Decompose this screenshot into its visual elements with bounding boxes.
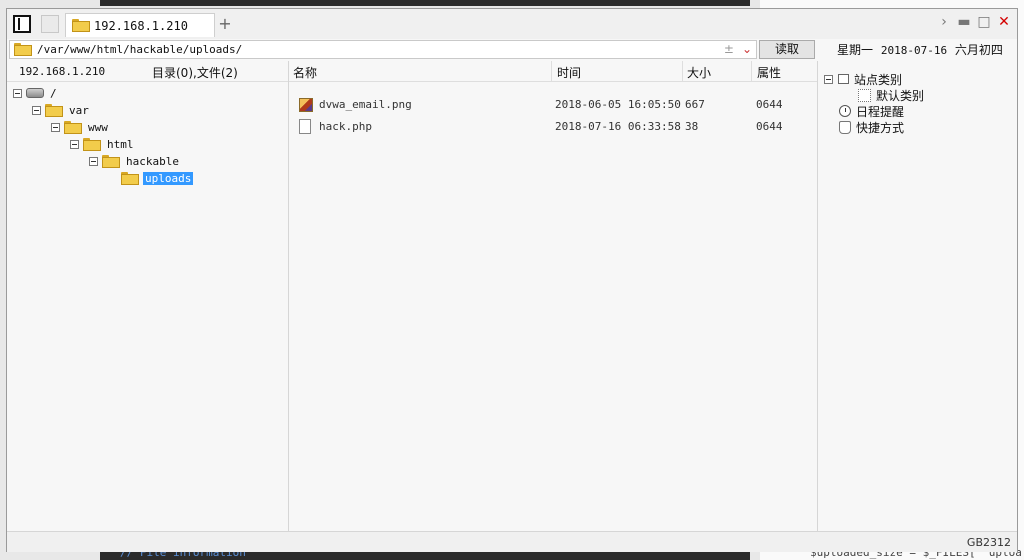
tree-label: hackable (126, 154, 179, 168)
drive-icon (26, 88, 44, 98)
chevron-down-icon[interactable]: ⌄ (742, 42, 752, 56)
file-row[interactable]: hack.php 2018-07-16 06:33:58 38 0644 (289, 117, 817, 137)
file-time: 2018-06-05 16:05:50 (555, 98, 681, 111)
hand-icon (839, 120, 851, 134)
collapse-icon[interactable] (51, 122, 60, 132)
maximize-icon[interactable]: □ (977, 14, 991, 30)
column-time[interactable]: 时间 (557, 64, 581, 81)
shortcuts-node[interactable]: 快捷方式 (839, 119, 904, 135)
file-attr: 0644 (756, 120, 783, 133)
host-label: 192.168.1.210 (19, 65, 106, 78)
tree-label: www (88, 120, 108, 134)
tree-label: 站点类别 (854, 72, 903, 87)
image-file-icon (299, 98, 313, 112)
clock-icon (839, 105, 851, 117)
bookmark-pane: 站点类别 默认类别 日程提醒 快捷方式 (818, 61, 1017, 531)
collapse-icon[interactable] (89, 156, 98, 166)
default-category-node[interactable]: 默认类别 (858, 87, 924, 103)
file-row[interactable]: dvwa_email.png 2018-06-05 16:05:50 667 0… (289, 95, 817, 115)
column-divider[interactable] (551, 61, 552, 81)
tree-label-selected: uploads (143, 171, 194, 185)
tree-label: var (69, 103, 89, 117)
background-editor-titlebar (100, 0, 750, 6)
tree-node-www[interactable]: www (51, 119, 110, 135)
blank-category-icon (858, 88, 871, 102)
directory-pane: 192.168.1.210 目录(0),文件(2) / var www html… (7, 61, 289, 531)
tree-label: 日程提醒 (856, 104, 905, 119)
file-manager-window: 192.168.1.210 + › ▬ □ ✕ /var/www/html/ha… (6, 8, 1018, 552)
weekday: 星期一 (837, 43, 874, 57)
folder-open-icon (121, 171, 139, 185)
collapse-icon[interactable] (824, 74, 833, 84)
site-category-node[interactable]: 站点类别 (824, 71, 902, 87)
folder-icon (64, 120, 82, 134)
plus-minus-icon[interactable]: ± (724, 42, 734, 56)
lunar-date: 六月初四 (954, 43, 1003, 57)
file-size: 38 (685, 120, 699, 133)
tree-label: html (107, 137, 134, 151)
file-name: dvwa_email.png (319, 98, 412, 111)
encoding-label[interactable]: GB2312 (967, 536, 1011, 549)
file-list-header: 名称 时间 大小 属性 (289, 61, 817, 82)
column-name[interactable]: 名称 (293, 64, 317, 81)
folder-icon (72, 19, 90, 32)
tree-node-hackable[interactable]: hackable (89, 153, 181, 169)
file-list-pane: 名称 时间 大小 属性 dvwa_email.png 2018-06-05 16… (289, 61, 818, 531)
document-file-icon (299, 119, 311, 134)
window-controls: › ▬ □ ✕ (937, 14, 1011, 30)
folder-icon (83, 137, 101, 151)
collapse-icon[interactable] (13, 88, 22, 98)
blank-tab-icon[interactable] (41, 15, 59, 33)
tree-node-var[interactable]: var (32, 102, 91, 118)
column-attr[interactable]: 属性 (757, 64, 781, 81)
minimize-icon[interactable]: ▬ (957, 14, 971, 30)
column-divider[interactable] (682, 61, 683, 81)
tree-node-root[interactable]: / (13, 85, 59, 101)
category-icon (838, 74, 849, 84)
read-button[interactable]: 读取 (759, 40, 815, 59)
tree-label: 默认类别 (876, 88, 925, 103)
chevron-right-icon[interactable]: › (937, 14, 951, 30)
directory-header: 192.168.1.210 目录(0),文件(2) (7, 61, 288, 82)
path-text: /var/www/html/hackable/uploads/ (37, 43, 243, 56)
column-divider[interactable] (751, 61, 752, 81)
file-time: 2018-07-16 06:33:58 (555, 120, 681, 133)
date: 2018-07-16 (880, 44, 948, 57)
tree-node-html[interactable]: html (70, 136, 136, 152)
folder-icon (102, 154, 120, 168)
folder-icon (14, 43, 32, 56)
status-bar: GB2312 (7, 531, 1017, 552)
schedule-reminder-node[interactable]: 日程提醒 (839, 103, 904, 119)
item-count: 目录(0),文件(2) (152, 66, 238, 80)
folder-icon (45, 103, 63, 117)
calendar-readout: 星期一 2018-07-16 六月初四 (837, 41, 1003, 58)
collapse-icon[interactable] (32, 105, 41, 115)
tree-node-uploads[interactable]: uploads (121, 170, 194, 186)
tree-label: 快捷方式 (856, 120, 905, 135)
tree-label: / (50, 86, 57, 100)
close-icon[interactable]: ✕ (997, 14, 1011, 30)
tab-label: 192.168.1.210 (94, 18, 188, 33)
address-bar: /var/www/html/hackable/uploads/ ± ⌄ 读取 星… (7, 39, 1017, 61)
file-name: hack.php (319, 120, 372, 133)
column-size[interactable]: 大小 (687, 64, 711, 81)
tab-host[interactable]: 192.168.1.210 (65, 13, 215, 37)
add-tab-button[interactable]: + (217, 14, 233, 33)
tab-strip: 192.168.1.210 + › ▬ □ ✕ (7, 9, 1017, 40)
file-attr: 0644 (756, 98, 783, 111)
file-size: 667 (685, 98, 705, 111)
path-input[interactable]: /var/www/html/hackable/uploads/ ± ⌄ (9, 40, 757, 59)
panel-toggle-icon[interactable] (13, 15, 31, 33)
collapse-icon[interactable] (70, 139, 79, 149)
